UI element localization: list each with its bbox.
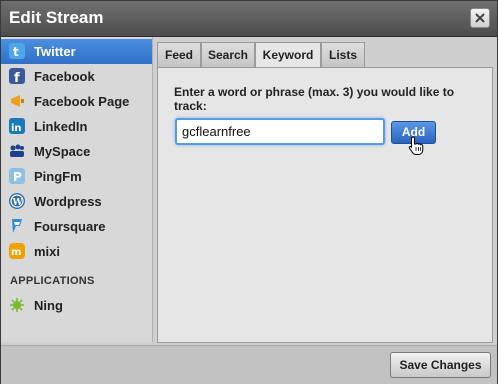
twitter-icon: t [9,43,25,59]
sidebar-item-label: Ning [34,298,63,313]
tab-feed[interactable]: Feed [157,42,201,67]
tab-search[interactable]: Search [201,42,255,67]
svg-text:m: m [11,247,21,258]
sidebar-item-label: LinkedIn [34,119,88,134]
network-sidebar: t Twitter f Facebook Facebook Page in Li… [1,37,153,342]
sidebar-item-facebook[interactable]: f Facebook [1,64,152,89]
sidebar-item-label: mixi [34,244,61,259]
wordpress-icon: W [9,193,25,209]
sidebar-item-label: MySpace [34,144,91,159]
myspace-icon [9,143,25,159]
pingfm-icon: P [9,168,25,184]
facebook-page-icon [9,93,25,109]
keyword-prompt: Enter a word or phrase (max. 3) you woul… [174,85,455,113]
sidebar-item-twitter[interactable]: t Twitter [1,39,152,64]
sidebar-item-label: Facebook Page [34,94,130,109]
dialog-title: Edit Stream [9,8,104,27]
sidebar-item-linkedin[interactable]: in LinkedIn [1,114,152,139]
close-icon [475,13,485,23]
linkedin-icon: in [9,118,25,134]
sidebar-item-label: PingFm [34,169,82,184]
save-changes-button[interactable]: Save Changes [390,352,491,378]
tab-keyword[interactable]: Keyword [255,42,321,69]
svg-text:in: in [11,123,22,134]
svg-text:t: t [13,45,19,59]
title-bar: Edit Stream [1,1,497,37]
tab-lists[interactable]: Lists [321,42,365,67]
sidebar-item-mixi[interactable]: m mixi [1,239,152,264]
sidebar-item-label: Foursquare [34,219,106,234]
sidebar-item-myspace[interactable]: MySpace [1,139,152,164]
svg-text:f: f [14,71,20,84]
sidebar-item-label: Wordpress [34,194,102,209]
facebook-icon: f [9,68,25,84]
foursquare-icon [9,218,25,234]
edit-stream-dialog: Edit Stream t Twitter f Facebook Faceboo… [0,0,498,384]
sidebar-item-facebook-page[interactable]: Facebook Page [1,89,152,114]
sidebar-item-foursquare[interactable]: Foursquare [1,214,152,239]
sidebar-item-pingfm[interactable]: P PingFm [1,164,152,189]
close-button[interactable] [470,8,490,28]
mixi-icon: m [9,243,25,259]
keyword-panel: Enter a word or phrase (max. 3) you woul… [157,67,493,343]
main-content: Feed Search Keyword Lists Enter a word o… [153,37,495,345]
dialog-footer: Save Changes [1,345,497,384]
sidebar-item-wordpress[interactable]: W Wordpress [1,189,152,214]
sidebar-item-label: Facebook [34,69,95,84]
sidebar-item-label: Twitter [34,44,76,59]
ning-icon [9,297,25,313]
keyword-input[interactable] [175,118,385,145]
svg-text:P: P [13,170,22,184]
applications-header: APPLICATIONS [10,275,95,287]
svg-text:W: W [12,198,24,208]
sidebar-item-ning[interactable]: Ning [1,293,152,318]
hand-cursor-icon [408,136,424,155]
